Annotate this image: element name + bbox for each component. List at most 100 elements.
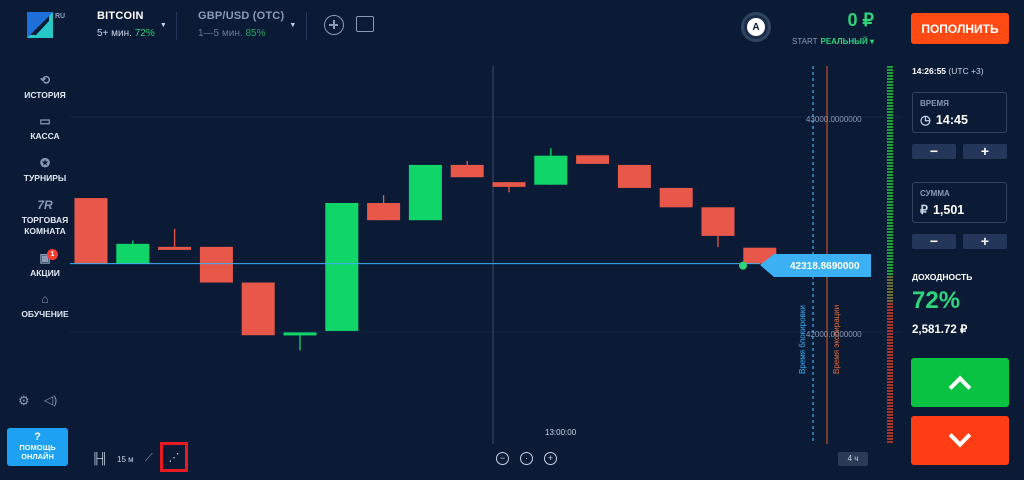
volatility-segment <box>887 387 893 389</box>
expiry-time-field[interactable]: ВРЕМЯ ◷ 14:45 <box>912 92 1007 133</box>
field-label: ВРЕМЯ <box>920 99 949 108</box>
asset-tab-gbpusd[interactable]: GBP/USD (OTC) 1—5 мин. 85% ▼ <box>198 10 296 39</box>
volatility-segment <box>887 432 893 434</box>
drawing-tools-button[interactable]: ⋰ <box>160 442 188 472</box>
zoom-in-button[interactable]: + <box>544 452 557 465</box>
divider <box>176 12 177 40</box>
deposit-button[interactable]: ПОПОЛНИТЬ <box>911 13 1009 44</box>
volatility-segment <box>887 342 893 344</box>
amount-decrease-button[interactable]: − <box>912 234 956 249</box>
notification-badge: 1 <box>47 249 58 260</box>
sidebar-item-label: КАССА <box>30 131 60 141</box>
volatility-segment <box>887 369 893 371</box>
asset-name: GBP/USD (OTC) <box>198 10 285 22</box>
chevron-down-icon[interactable]: ▼ <box>160 22 167 29</box>
payout-label: ДОХОДНОСТЬ <box>912 272 973 282</box>
volatility-segment <box>887 198 893 200</box>
avatar[interactable]: A <box>741 12 771 42</box>
volatility-segment <box>887 195 893 197</box>
candle-body <box>450 164 484 178</box>
volatility-segment <box>887 312 893 314</box>
volatility-segment <box>887 228 893 230</box>
volatility-segment <box>887 114 893 116</box>
volatility-segment <box>887 351 893 353</box>
volatility-segment <box>887 66 893 68</box>
volatility-segment <box>887 354 893 356</box>
volatility-segment <box>887 318 893 320</box>
volatility-segment <box>887 135 893 137</box>
volatility-segment <box>887 234 893 236</box>
volatility-segment <box>887 282 893 284</box>
last-price-dot <box>739 261 747 270</box>
candle-body <box>199 246 233 283</box>
volatility-segment <box>887 276 893 278</box>
volatility-segment <box>887 399 893 401</box>
candles-layer <box>74 148 777 351</box>
chevron-down-icon[interactable]: ▼ <box>289 22 296 29</box>
volatility-segment <box>887 375 893 377</box>
time-decrease-button[interactable]: − <box>912 144 956 159</box>
candle-body <box>116 243 150 264</box>
volatility-segment <box>887 348 893 350</box>
speaker-icon[interactable]: ◁) <box>44 393 57 407</box>
candlestick-type-icon[interactable]: ╟╢ <box>92 453 108 465</box>
volatility-segment <box>887 207 893 209</box>
volatility-segment <box>887 306 893 308</box>
volatility-segment <box>887 336 893 338</box>
add-asset-button[interactable] <box>324 15 344 35</box>
timeframe-selector[interactable]: 4 ч <box>838 452 868 466</box>
help-label: ПОМОЩЬ <box>19 443 56 452</box>
asset-term: 5+ мин. <box>97 28 132 39</box>
field-label: СУММА <box>920 189 950 198</box>
volatility-segment <box>887 144 893 146</box>
volatility-segment <box>887 243 893 245</box>
volatility-segment <box>887 129 893 131</box>
volatility-segment <box>887 384 893 386</box>
brand-logo[interactable] <box>27 12 53 38</box>
price-chart[interactable]: 43000.0000000 42000.0000000 13:00:00 Вре… <box>70 56 902 480</box>
volatility-segment <box>887 363 893 365</box>
volatility-segment <box>887 120 893 122</box>
volatility-segment <box>887 189 893 191</box>
layout-grid-icon[interactable] <box>356 16 374 32</box>
volatility-segment <box>887 333 893 335</box>
candle-body <box>283 332 317 336</box>
volatility-segment <box>887 402 893 404</box>
asset-term: 1—5 мин. <box>198 28 243 39</box>
y-tick-label: 43000.0000000 <box>806 115 862 124</box>
volatility-segment <box>887 171 893 173</box>
volatility-segment <box>887 162 893 164</box>
help-online-button[interactable]: ? ПОМОЩЬ ОНЛАЙН <box>7 428 68 466</box>
volatility-segment <box>887 249 893 251</box>
volatility-segment <box>887 222 893 224</box>
volatility-segment <box>887 147 893 149</box>
sidebar-item-label: ТОРГОВАЯ КОМНАТА <box>21 215 69 236</box>
volatility-segment <box>887 216 893 218</box>
volatility-segment <box>887 231 893 233</box>
volatility-segment <box>887 153 893 155</box>
volatility-segment <box>887 177 893 179</box>
ruler-icon[interactable]: ⟋ <box>145 452 153 465</box>
volatility-segment <box>887 396 893 398</box>
gear-icon[interactable]: ⚙ <box>18 393 30 409</box>
volatility-bar <box>887 66 893 443</box>
call-up-button[interactable] <box>911 358 1009 407</box>
help-label: ОНЛАЙН <box>21 452 54 461</box>
candle-body <box>701 207 735 236</box>
account-type-selector[interactable]: START РЕАЛЬНЫЙ ▾ <box>770 37 874 46</box>
candle-interval[interactable]: 15 м <box>117 455 134 464</box>
asset-tab-bitcoin[interactable]: BITCOIN 5+ мин. 72% ▼ <box>97 10 167 39</box>
amount-field[interactable]: СУММА ₽1,501 <box>912 182 1007 223</box>
expiry-label: Время экспирации <box>832 305 841 374</box>
amount-increase-button[interactable]: + <box>963 234 1007 249</box>
time-increase-button[interactable]: + <box>963 144 1007 159</box>
zoom-out-button[interactable]: − <box>496 452 509 465</box>
candle-body <box>617 164 651 188</box>
amount-value: 1,501 <box>932 203 965 217</box>
volatility-segment <box>887 87 893 89</box>
put-down-button[interactable] <box>911 416 1009 465</box>
volatility-segment <box>887 423 893 425</box>
volatility-segment <box>887 75 893 77</box>
payout-percent: 72% <box>912 287 961 314</box>
zoom-reset-button[interactable]: · <box>520 452 533 465</box>
